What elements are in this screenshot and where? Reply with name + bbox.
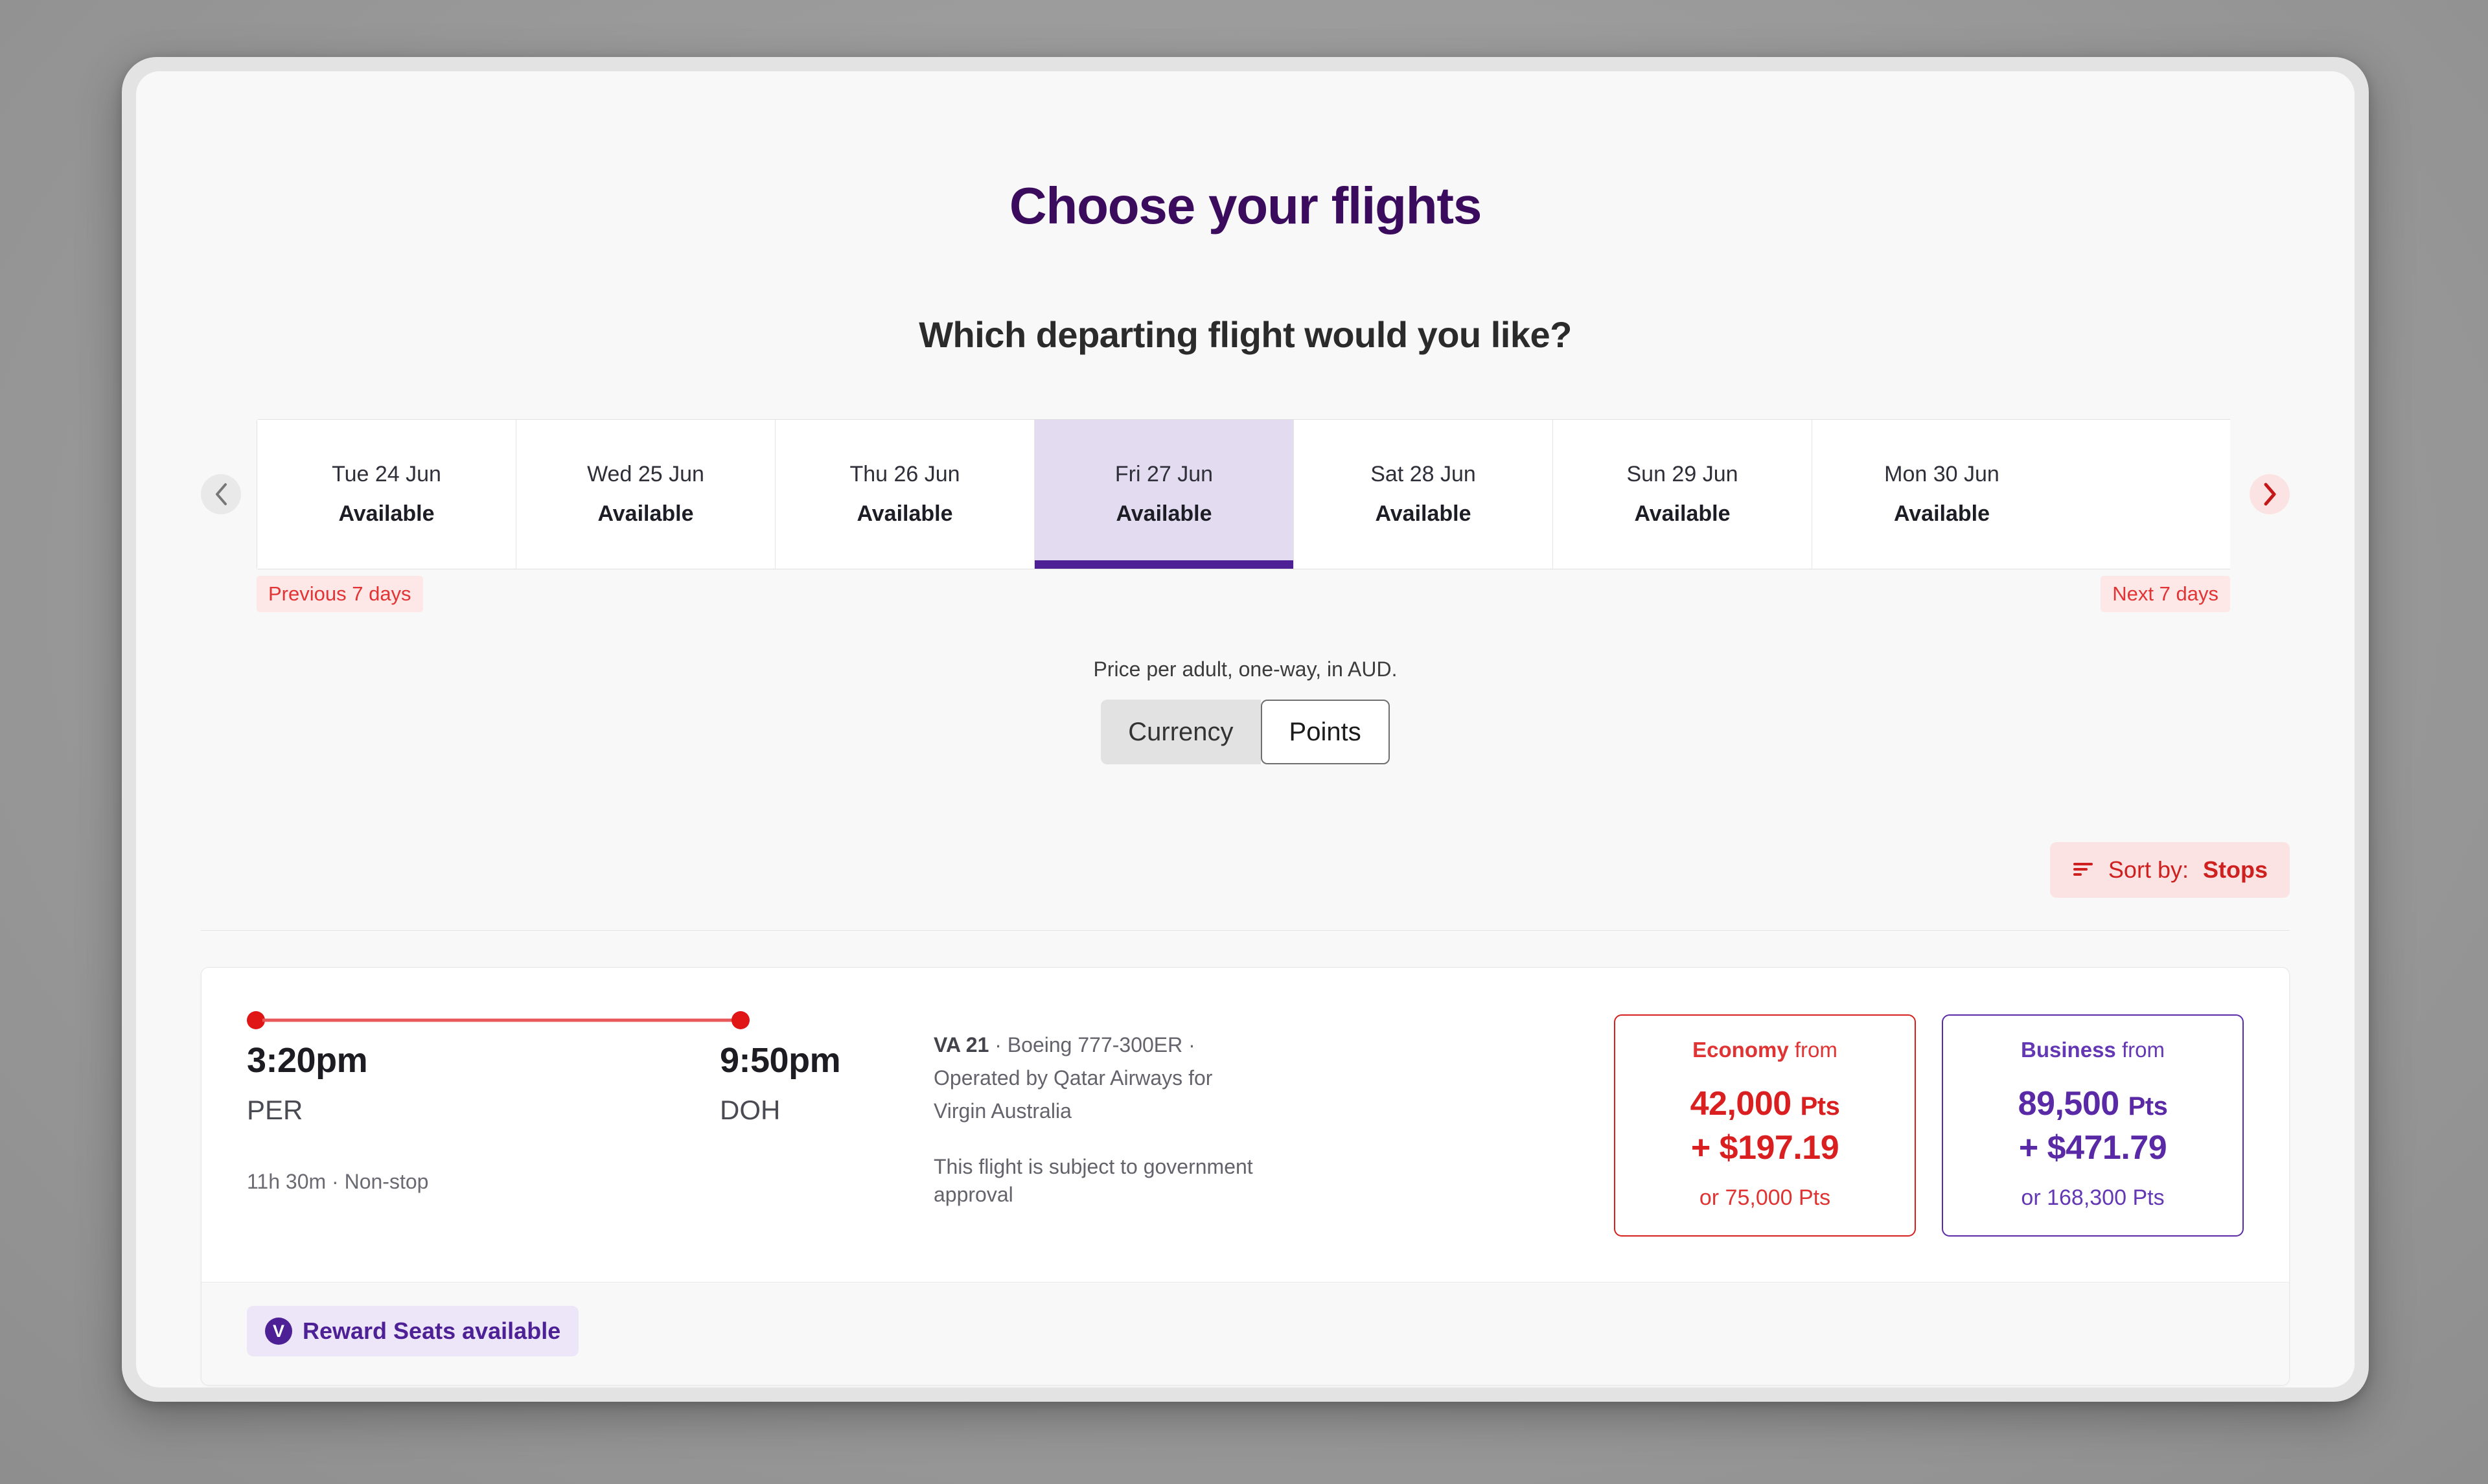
- reward-seats-label: Reward Seats available: [303, 1318, 561, 1344]
- operated-by-line: Operated by Qatar Airways for: [934, 1066, 1213, 1090]
- arrival-time: 9:50pm: [720, 1041, 841, 1080]
- flight-number-and-aircraft: VA 21 · Boeing 777-300ER ·: [934, 1029, 1322, 1062]
- sort-icon: [2072, 861, 2094, 880]
- date-tab-date: Thu 26 Jun: [849, 462, 960, 486]
- date-tab-sun-29-jun[interactable]: Sun 29 Jun Available: [1553, 420, 1812, 569]
- duration-and-stops: 11h 30m · Non-stop: [247, 1170, 429, 1193]
- marketing-carrier-line: Virgin Australia: [934, 1099, 1072, 1123]
- price-mode-toggle: Currency Points: [1101, 700, 1390, 764]
- date-tab-status: Available: [1634, 501, 1731, 526]
- page-title: Choose your flights: [1009, 177, 1482, 234]
- destination-dot-icon: [731, 1011, 750, 1029]
- date-tab-thu-26-jun[interactable]: Thu 26 Jun Available: [776, 420, 1035, 569]
- date-tab-date: Sun 29 Jun: [1626, 462, 1738, 486]
- previous-7-days-chip[interactable]: Previous 7 days: [257, 576, 423, 612]
- date-tab-date: Fri 27 Jun: [1114, 462, 1214, 486]
- date-tab-status: Available: [338, 501, 435, 526]
- date-tab-wed-25-jun[interactable]: Wed 25 Jun Available: [516, 420, 776, 569]
- date-strip: Tue 24 Jun Available Wed 25 Jun Availabl…: [257, 419, 2230, 569]
- sort-by-label: Sort by:: [2108, 856, 2189, 883]
- browser-window-frame: Choose your flights Which departing flig…: [122, 57, 2369, 1402]
- chevron-left-icon: [213, 482, 229, 507]
- next-7-days-chip[interactable]: Next 7 days: [2101, 576, 2230, 612]
- departure-time: 3:20pm: [247, 1041, 368, 1080]
- fare-cash-amount: + $471.79: [2018, 1129, 2167, 1167]
- next-days-arrow-button[interactable]: [2250, 474, 2290, 514]
- toggle-option-points[interactable]: Points: [1260, 700, 1390, 764]
- departure-airport-code: PER: [247, 1095, 303, 1125]
- flight-leg-summary: 3:20pm PER 9:50pm DOH 11h 30m · Non-stop: [247, 1009, 908, 1196]
- departure-block: 3:20pm PER: [247, 1040, 368, 1126]
- route-line-graphic: [247, 1009, 908, 1031]
- fare-cabin-name: Economy: [1692, 1038, 1789, 1062]
- date-tab-sat-28-jun[interactable]: Sat 28 Jun Available: [1294, 420, 1553, 569]
- sort-by-value: Stops: [2202, 856, 2268, 883]
- fare-heading: Economy from: [1628, 1038, 1902, 1062]
- government-approval-notice: This flight is subject to government app…: [934, 1154, 1253, 1206]
- flight-result-card[interactable]: 3:20pm PER 9:50pm DOH 11h 30m · Non-stop…: [201, 967, 2290, 1386]
- price-basis-note: Price per adult, one-way, in AUD.: [1093, 657, 1398, 681]
- date-tab-tue-24-jun[interactable]: Tue 24 Jun Available: [257, 420, 516, 569]
- page-viewport: Choose your flights Which departing flig…: [136, 71, 2355, 1387]
- date-range-chips: Previous 7 days Next 7 days: [201, 576, 2290, 624]
- date-tab-date: Wed 25 Jun: [587, 462, 704, 486]
- date-selector: Tue 24 Jun Available Wed 25 Jun Availabl…: [201, 419, 2290, 569]
- section-divider: [201, 930, 2290, 931]
- sort-by-button[interactable]: Sort by: Stops: [2049, 842, 2290, 898]
- date-tab-status: Available: [1116, 501, 1212, 526]
- date-tab-status: Available: [1375, 501, 1471, 526]
- flight-selection-page: Choose your flights Which departing flig…: [136, 71, 2355, 1387]
- date-tab-status: Available: [857, 501, 953, 526]
- arrival-block: 9:50pm DOH: [720, 1040, 841, 1126]
- date-tab-date: Tue 24 Jun: [332, 462, 441, 486]
- date-tab-mon-30-jun[interactable]: Mon 30 Jun Available: [1812, 420, 2071, 569]
- date-tab-status: Available: [597, 501, 694, 526]
- page-subtitle: Which departing flight would you like?: [919, 314, 1572, 355]
- fare-alternative-points: or 168,300 Pts: [2021, 1185, 2165, 1210]
- fare-card-economy[interactable]: Economy from 42,000 Pts + $197.19 or 75,…: [1614, 1014, 1916, 1237]
- fare-options: Economy from 42,000 Pts + $197.19 or 75,…: [1614, 1009, 2244, 1237]
- arrival-airport-code: DOH: [720, 1095, 781, 1125]
- fare-points: 42,000 Pts: [1628, 1084, 1902, 1123]
- fare-points-value: 89,500: [2018, 1085, 2120, 1123]
- velocity-logo-icon: V: [265, 1318, 292, 1345]
- flight-details-block: VA 21 · Boeing 777-300ER · Operated by Q…: [934, 1009, 1322, 1209]
- fare-points-value: 42,000: [1690, 1085, 1792, 1123]
- fare-card-business[interactable]: Business from 89,500 Pts + $471.79 or 16…: [1942, 1014, 2244, 1237]
- toggle-option-currency[interactable]: Currency: [1101, 700, 1261, 764]
- flight-card-footer: V Reward Seats available: [202, 1282, 2289, 1385]
- fare-from-label: from: [2121, 1038, 2165, 1062]
- flight-number: VA 21: [934, 1033, 989, 1056]
- reward-seats-badge[interactable]: V Reward Seats available: [247, 1306, 579, 1356]
- route-bar: [262, 1018, 738, 1022]
- fare-points-unit: Pts: [2128, 1092, 2168, 1121]
- date-tab-status: Available: [1893, 501, 1990, 526]
- chevron-right-icon: [2261, 482, 2278, 507]
- flight-card-body: 3:20pm PER 9:50pm DOH 11h 30m · Non-stop…: [202, 968, 2289, 1282]
- sort-row: Sort by: Stops: [201, 842, 2290, 898]
- leg-times: 3:20pm PER 9:50pm DOH 11h 30m · Non-stop: [247, 1040, 908, 1196]
- fare-cabin-name: Business: [2021, 1038, 2116, 1062]
- date-tab-date: Sat 28 Jun: [1370, 462, 1476, 486]
- price-mode-toggle-wrap: Currency Points: [201, 700, 2290, 764]
- aircraft-type: · Boeing 777-300ER ·: [989, 1033, 1195, 1056]
- fare-points: 89,500 Pts: [1956, 1084, 2229, 1123]
- fare-heading: Business from: [1956, 1038, 2229, 1062]
- date-tab-fri-27-jun[interactable]: Fri 27 Jun Available: [1035, 420, 1294, 569]
- fare-alternative-points: or 75,000 Pts: [1699, 1185, 1831, 1210]
- fare-from-label: from: [1794, 1038, 1837, 1062]
- date-tab-date: Mon 30 Jun: [1884, 462, 1999, 486]
- date-strip-scroll-area[interactable]: Tue 24 Jun Available Wed 25 Jun Availabl…: [257, 419, 2230, 569]
- fare-cash-amount: + $197.19: [1690, 1129, 1839, 1167]
- previous-days-arrow-button[interactable]: [201, 474, 241, 514]
- fare-points-unit: Pts: [1800, 1092, 1840, 1121]
